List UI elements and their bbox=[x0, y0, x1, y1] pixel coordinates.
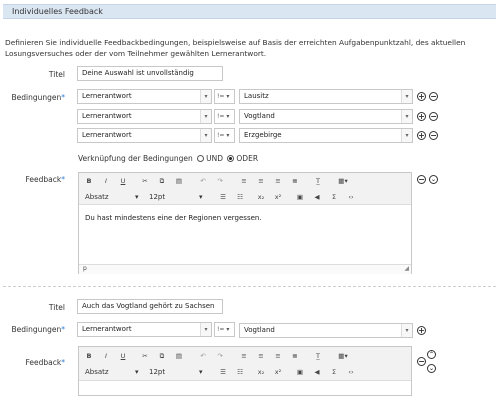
title-input[interactable]: Deine Auswahl ist unvollständig bbox=[77, 66, 223, 81]
radio-oder[interactable] bbox=[227, 154, 235, 162]
conditions-label: Bedingungen* bbox=[11, 93, 65, 102]
condition-value-select-3[interactable]: Erzgebirge ▾ bbox=[239, 128, 413, 143]
superscript-icon[interactable]: x² bbox=[273, 368, 283, 376]
bold-icon[interactable]: B bbox=[84, 177, 94, 185]
table-icon[interactable]: ▦▾ bbox=[335, 177, 351, 185]
condition-value-select-b2[interactable]: Vogtland ▾ bbox=[239, 323, 413, 338]
superscript-icon[interactable]: x² bbox=[273, 193, 283, 201]
redo-icon[interactable]: ↷ bbox=[215, 352, 225, 360]
element-path: p bbox=[83, 265, 87, 272]
radio-oder-label: ODER bbox=[236, 154, 259, 163]
font-size-select-2[interactable]: 12pt ▾ bbox=[149, 368, 203, 376]
feedback-editor-2[interactable]: B I U ✂ ⧉ ▤ ↶ ↷ ≡ ≡ ≡ ≣ T̲ ▦▾ Absatz ▾ 12… bbox=[78, 346, 412, 396]
condition-type-select-1[interactable]: Lernerantwort ▾ bbox=[77, 89, 212, 104]
link-conditions: Verknüpfung der Bedingungen UND ODER bbox=[78, 154, 258, 163]
description: Definieren Sie individuelle Feedbackbedi… bbox=[5, 38, 466, 58]
add-condition-button-1[interactable]: + bbox=[417, 92, 426, 101]
cut-icon[interactable]: ✂ bbox=[140, 352, 150, 360]
remove-feedback-button-2[interactable]: − bbox=[417, 357, 426, 366]
font-size-select[interactable]: 12pt ▾ bbox=[149, 193, 203, 201]
editor-toolbar-2: B I U ✂ ⧉ ▤ ↶ ↷ ≡ ≡ ≡ ≣ T̲ ▦▾ Absatz ▾ 12… bbox=[79, 347, 411, 381]
numbered-list-icon[interactable]: ☷ bbox=[235, 193, 245, 201]
radio-und[interactable] bbox=[197, 154, 205, 162]
condition-operator-select-2[interactable]: != ▾ bbox=[214, 109, 235, 124]
align-right-icon[interactable]: ≡ bbox=[273, 177, 283, 185]
add-condition-button-2[interactable]: + bbox=[417, 112, 426, 121]
align-center-icon[interactable]: ≡ bbox=[256, 352, 266, 360]
bullet-list-icon[interactable]: ☰ bbox=[218, 193, 228, 201]
undo-icon[interactable]: ↶ bbox=[198, 352, 208, 360]
remove-condition-button-2[interactable]: − bbox=[429, 112, 438, 121]
justify-icon[interactable]: ≣ bbox=[290, 352, 300, 360]
media-icon[interactable]: ◀ bbox=[312, 193, 322, 201]
feedback-editor[interactable]: B I U ✂ ⧉ ▤ ↶ ↷ ≡ ≡ ≡ ≣ T̲ ▦▾ Absatz ▾ 12… bbox=[78, 172, 412, 274]
underline-icon[interactable]: U bbox=[118, 352, 128, 360]
italic-icon[interactable]: I bbox=[101, 352, 111, 360]
formula-icon[interactable]: Σ bbox=[329, 368, 339, 376]
condition-type-select-3[interactable]: Lernerantwort ▾ bbox=[77, 128, 212, 143]
format-select[interactable]: Absatz ▾ bbox=[85, 193, 139, 201]
move-down-button-2[interactable]: ⌄ bbox=[427, 364, 436, 373]
radio-und-label: UND bbox=[206, 154, 224, 163]
resize-handle[interactable]: ◢ bbox=[404, 265, 409, 272]
title-label: Titel bbox=[48, 70, 65, 79]
link-conditions-label: Verknüpfung der Bedingungen bbox=[78, 154, 193, 163]
code-icon[interactable]: ‹› bbox=[346, 193, 356, 201]
numbered-list-icon[interactable]: ☷ bbox=[235, 368, 245, 376]
condition-operator-select-3[interactable]: != ▾ bbox=[214, 128, 235, 143]
remove-condition-button-3[interactable]: − bbox=[429, 131, 438, 140]
feedback-label: Feedback* bbox=[25, 175, 65, 184]
section-title: Individuelles Feedback bbox=[12, 7, 103, 16]
undo-icon[interactable]: ↶ bbox=[198, 177, 208, 185]
formula-icon[interactable]: Σ bbox=[329, 193, 339, 201]
subscript-icon[interactable]: x₂ bbox=[256, 193, 266, 201]
image-icon[interactable]: ▣ bbox=[295, 193, 305, 201]
paste-icon[interactable]: ▤ bbox=[174, 177, 184, 185]
justify-icon[interactable]: ≣ bbox=[290, 177, 300, 185]
feedback-divider bbox=[3, 286, 496, 287]
subscript-icon[interactable]: x₂ bbox=[256, 368, 266, 376]
condition-operator-select-b2[interactable]: != ▾ bbox=[214, 322, 235, 337]
align-right-icon[interactable]: ≡ bbox=[273, 352, 283, 360]
conditions-label-2: Bedingungen* bbox=[11, 325, 65, 334]
underline-icon[interactable]: U bbox=[118, 177, 128, 185]
condition-type-select-b2[interactable]: Lernerantwort ▾ bbox=[77, 322, 212, 337]
align-left-icon[interactable]: ≡ bbox=[239, 352, 249, 360]
add-condition-button-b2[interactable]: + bbox=[417, 326, 426, 335]
editor-toolbar: B I U ✂ ⧉ ▤ ↶ ↷ ≡ ≡ ≡ ≣ T̲ ▦▾ Absatz ▾ 12… bbox=[79, 173, 411, 205]
redo-icon[interactable]: ↷ bbox=[215, 177, 225, 185]
clear-format-icon[interactable]: T̲ bbox=[313, 177, 323, 185]
media-icon[interactable]: ◀ bbox=[312, 368, 322, 376]
remove-feedback-button[interactable]: − bbox=[417, 175, 426, 184]
clear-format-icon[interactable]: T̲ bbox=[313, 352, 323, 360]
condition-value-select-2[interactable]: Vogtland ▾ bbox=[239, 109, 413, 124]
copy-icon[interactable]: ⧉ bbox=[157, 177, 167, 186]
italic-icon[interactable]: I bbox=[101, 177, 111, 185]
title-input-2[interactable]: Auch das Vogtland gehört zu Sachsen bbox=[77, 299, 223, 314]
align-left-icon[interactable]: ≡ bbox=[239, 177, 249, 185]
move-down-button[interactable]: ⌄ bbox=[429, 175, 438, 184]
image-icon[interactable]: ▣ bbox=[295, 368, 305, 376]
section-header: Individuelles Feedback bbox=[3, 4, 496, 19]
format-select-2[interactable]: Absatz ▾ bbox=[85, 368, 139, 376]
bold-icon[interactable]: B bbox=[84, 352, 94, 360]
copy-icon[interactable]: ⧉ bbox=[157, 352, 167, 361]
align-center-icon[interactable]: ≡ bbox=[256, 177, 266, 185]
title-label-2: Titel bbox=[48, 303, 65, 312]
table-icon[interactable]: ▦▾ bbox=[335, 352, 351, 360]
move-up-button[interactable]: ⌃ bbox=[427, 350, 436, 359]
feedback-label-2: Feedback* bbox=[25, 358, 65, 367]
condition-value-select-1[interactable]: Lausitz ▾ bbox=[239, 89, 413, 104]
cut-icon[interactable]: ✂ bbox=[140, 177, 150, 185]
condition-type-select-2[interactable]: Lernerantwort ▾ bbox=[77, 109, 212, 124]
code-icon[interactable]: ‹› bbox=[346, 368, 356, 376]
bullet-list-icon[interactable]: ☰ bbox=[218, 368, 228, 376]
paste-icon[interactable]: ▤ bbox=[174, 352, 184, 360]
add-condition-button-3[interactable]: + bbox=[417, 131, 426, 140]
remove-condition-button-1[interactable]: − bbox=[429, 92, 438, 101]
editor-content[interactable]: Du hast mindestens eine der Regionen ver… bbox=[85, 214, 262, 222]
condition-operator-select-1[interactable]: != ▾ bbox=[214, 89, 235, 104]
editor-statusbar: p ◢ bbox=[79, 264, 411, 274]
